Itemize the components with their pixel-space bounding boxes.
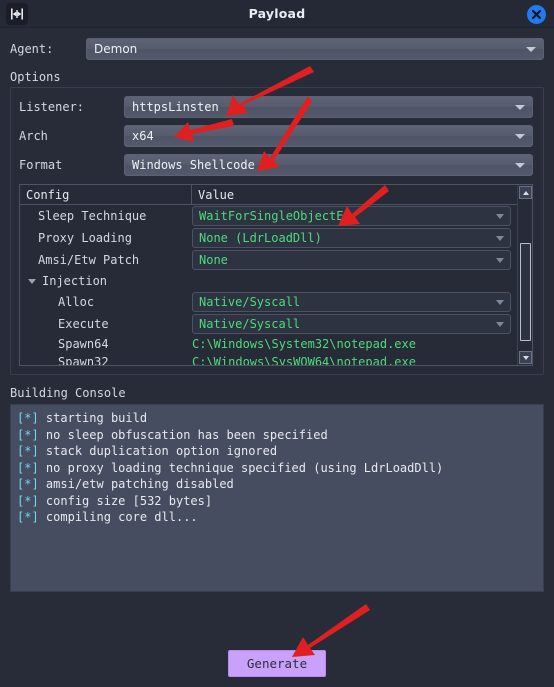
chevron-down-icon [526,47,536,52]
chevron-down-icon [515,105,525,110]
row-key: Alloc [58,295,95,309]
row-key: Proxy Loading [38,231,132,245]
console-line-text: no proxy loading technique specified (us… [45,460,444,475]
row-value: None [199,253,228,267]
row-value: WaitForSingleObjectEx [199,209,351,223]
listener-value: httpsLinsten [132,100,219,114]
console-line: [*] compiling core dll... [17,509,537,526]
value-column-header: Value [198,187,235,202]
titlebar: Payload [0,0,554,28]
generate-button-container: Generate [0,650,554,677]
console-line-text: amsi/etw patching disabled [45,477,234,491]
chevron-down-icon [496,258,504,263]
agent-value: Demon [94,42,138,56]
console-line-prefix: [*] [17,444,39,458]
console-line: [*] starting build [17,410,537,427]
table-row[interactable]: Spawn64 C:\Windows\System32\notepad.exe [20,335,517,353]
console-line: [*] config size [532 bytes] [17,493,537,510]
chevron-down-icon [496,236,504,241]
arch-value: x64 [132,129,154,143]
row-value: Native/Syscall [199,295,301,309]
proxy-loading-select[interactable]: None (LdrLoadDll) [192,228,511,248]
console-line-prefix: [*] [17,427,39,442]
arch-row: Arch x64 [19,125,533,147]
row-value: Native/Syscall [199,317,301,331]
console-line-prefix: [*] [17,411,39,425]
arch-label: Arch [19,129,48,143]
config-table-body: Sleep Technique WaitForSingleObjectEx Pr… [20,205,532,366]
table-row[interactable]: Sleep Technique WaitForSingleObjectEx [20,205,517,227]
console-line: [*] no sleep obfuscation has been specif… [17,427,537,444]
dialog-body: Agent: Demon Options Listener: httpsLins… [0,38,554,592]
chevron-down-icon [496,214,504,219]
console-line-prefix: [*] [17,460,39,475]
console-line-text: stack duplication option ignored [45,444,278,458]
table-row[interactable]: Alloc Native/Syscall [20,291,517,313]
agent-select[interactable]: Demon [86,38,544,60]
chevron-down-icon [496,300,504,305]
listener-select[interactable]: httpsLinsten [124,96,533,118]
config-column-header: Config [20,185,192,204]
row-value: None (LdrLoadDll) [199,231,322,245]
scroll-down-button[interactable] [519,351,532,364]
amsi-etw-patch-select[interactable]: None [192,250,511,270]
config-table: Config Value Sleep Technique WaitForSing… [19,184,533,366]
format-label: Format [19,158,63,172]
table-row[interactable]: Proxy Loading None (LdrLoadDll) [20,227,517,249]
tie-fighter-icon [6,3,28,25]
scrollbar-thumb[interactable] [520,243,531,341]
scroll-up-button[interactable] [519,186,532,199]
generate-button[interactable]: Generate [227,650,327,677]
console-line: [*] stack duplication option ignored [17,443,537,460]
row-key: Amsi/Etw Patch [38,253,140,267]
listener-label: Listener: [19,100,85,114]
row-key: Spawn32 [58,355,109,366]
agent-label: Agent: [10,42,54,56]
table-row[interactable]: Spawn32 C:\Windows\SysWOW64\notepad.exe [20,353,517,366]
table-row[interactable]: Amsi/Etw Patch None [20,249,517,271]
console-line-text: compiling core dll... [45,510,198,524]
sleep-technique-select[interactable]: WaitForSingleObjectEx [192,206,511,226]
console-line-text: starting build [45,411,148,425]
execute-select[interactable]: Native/Syscall [192,314,511,334]
chevron-down-icon [515,134,525,139]
arch-select[interactable]: x64 [124,125,533,147]
console-line-prefix: [*] [17,510,39,524]
row-key: Sleep Technique [38,209,147,223]
alloc-select[interactable]: Native/Syscall [192,292,511,312]
caret-down-icon [522,355,529,360]
console-line-text: no sleep obfuscation has been specified [45,427,328,442]
row-key: Injection [42,274,108,288]
table-row[interactable]: Execute Native/Syscall [20,313,517,335]
close-icon[interactable] [527,5,546,24]
spawn64-value[interactable]: C:\Windows\System32\notepad.exe [192,337,416,351]
spawn32-value[interactable]: C:\Windows\SysWOW64\notepad.exe [192,355,416,365]
console-line: [*] no proxy loading technique specified… [17,460,537,477]
format-select[interactable]: Windows Shellcode [124,154,533,176]
table-row-injection[interactable]: Injection [20,271,517,291]
row-key: Spawn64 [58,337,109,351]
window-title: Payload [248,6,306,21]
listener-row: Listener: httpsLinsten [19,96,533,118]
options-group: Listener: httpsLinsten Arch x64 Format W… [10,87,544,375]
console-line-prefix: [*] [17,477,39,491]
console-line-text: config size [532 bytes] [45,493,213,508]
config-table-scrollbar[interactable] [517,185,532,365]
agent-row: Agent: Demon [10,38,544,60]
options-group-title: Options [10,70,61,84]
console-line-prefix: [*] [17,493,39,508]
config-table-header: Config Value [20,185,532,205]
console-title: Building Console [10,386,126,400]
payload-dialog: Payload Agent: Demon Options Listener: h… [0,0,554,687]
format-value: Windows Shellcode [132,158,255,172]
caret-up-icon [522,190,529,195]
building-console[interactable]: [*] starting build [*] no sleep obfuscat… [10,404,544,592]
format-row: Format Windows Shellcode [19,154,533,176]
console-line: [*] amsi/etw patching disabled [17,476,537,493]
row-key: Execute [58,317,109,331]
chevron-down-icon [515,163,525,168]
chevron-down-icon [496,322,504,327]
chevron-down-icon[interactable] [28,278,36,284]
